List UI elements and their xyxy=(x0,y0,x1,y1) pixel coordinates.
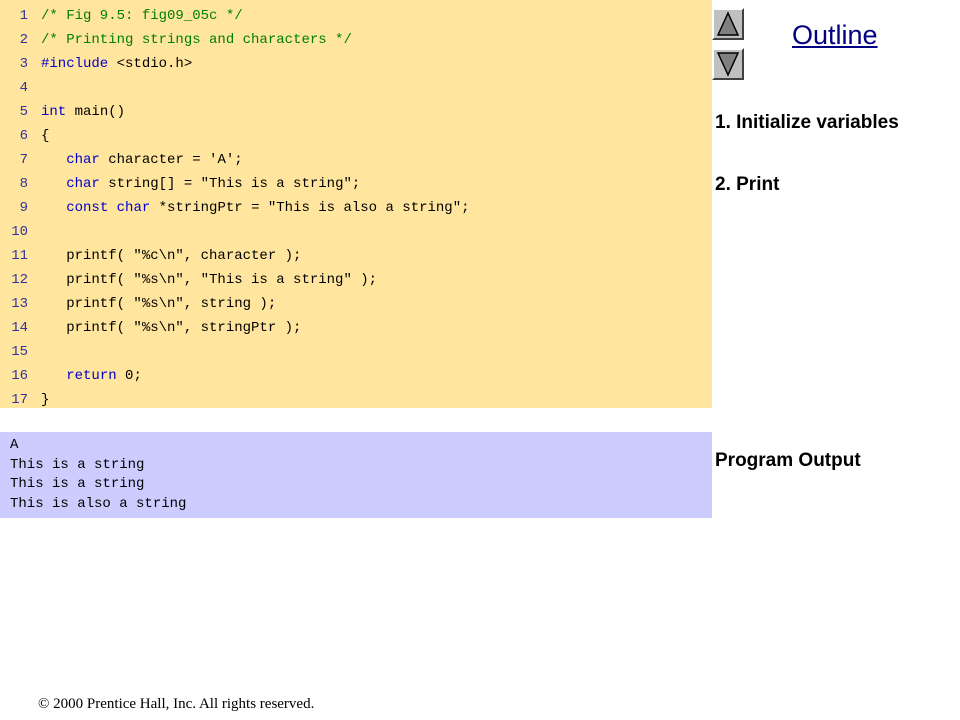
code-line: 1 /* Fig 9.5: fig09_05c */ xyxy=(0,4,712,28)
code-token-keyword: return xyxy=(66,368,117,384)
code-token-plain: { xyxy=(41,128,50,144)
program-output-box: A This is a string This is a string This is… xyxy=(0,432,712,518)
code-line: 2 /* Printing strings and characters */ xyxy=(0,28,712,52)
code-line: 12 printf( "%s\n", "This is a string" ); xyxy=(0,268,712,292)
outline-item-print: 2. Print xyxy=(715,174,780,195)
code-line: 8 char string[] = "This is a string"; xyxy=(0,172,712,196)
line-number: 9 xyxy=(19,200,28,216)
code-line: 9 const char *stringPtr = "This is also … xyxy=(0,196,712,220)
copyright-text: 2000 Prentice Hall, Inc. All rights rese… xyxy=(49,696,315,712)
previous-slide-button[interactable] xyxy=(712,8,744,40)
output-line: This is a string xyxy=(10,476,145,492)
code-line: 14 printf( "%s\n", stringPtr ); xyxy=(0,316,712,340)
code-token-plain: character = 'A'; xyxy=(99,152,243,168)
line-number: 15 xyxy=(11,344,28,360)
code-line: 11 printf( "%c\n", character ); xyxy=(0,244,712,268)
code-token-plain: printf( "%s\n", string ); xyxy=(41,296,277,312)
code-token-keyword: #include xyxy=(41,56,109,72)
line-number: 4 xyxy=(19,80,28,96)
code-token-keyword: char xyxy=(116,200,151,216)
code-listing: 1 /* Fig 9.5: fig09_05c */ 2 /* Printing st… xyxy=(0,0,712,408)
line-number: 11 xyxy=(11,248,28,264)
code-token-plain: printf( "%c\n", character ); xyxy=(41,248,302,264)
line-number: 6 xyxy=(19,128,28,144)
outline-item-initialize-variables: 1. Initialize variables xyxy=(715,112,899,133)
line-number: 3 xyxy=(19,56,28,72)
line-number: 17 xyxy=(11,392,28,408)
triangle-down-icon xyxy=(716,52,740,77)
line-number: 1 xyxy=(19,8,28,24)
code-token-plain: } xyxy=(41,392,50,408)
code-line: 17} xyxy=(0,388,712,412)
code-line: 10 xyxy=(0,220,712,244)
code-token-comment: /* Fig 9.5: fig09_05c */ xyxy=(41,8,243,24)
code-token-keyword: const xyxy=(66,200,109,216)
line-number: 8 xyxy=(19,176,28,192)
output-line: This is a string xyxy=(10,456,145,473)
code-token-plain: printf( "%s\n", "This is a string" ); xyxy=(41,272,378,288)
code-line: 7 char character = 'A'; xyxy=(0,148,712,172)
code-line: 6{ xyxy=(0,124,712,148)
output-line: A xyxy=(10,437,19,453)
copyright-symbol: © xyxy=(38,696,50,712)
code-line: 13 printf( "%s\n", string ); xyxy=(0,292,712,316)
code-line: 15 xyxy=(0,340,712,364)
code-token-plain: 0; xyxy=(116,368,142,384)
slide: 1 /* Fig 9.5: fig09_05c */ 2 /* Printing st… xyxy=(0,0,960,720)
code-line: 16 return 0; xyxy=(0,364,712,388)
copyright-footer: © 2000 Prentice Hall, Inc. All rights re… xyxy=(38,696,314,713)
line-number: 16 xyxy=(11,368,28,384)
line-number: 12 xyxy=(11,272,28,288)
code-token-plain: <stdio.h> xyxy=(108,56,193,72)
code-token-keyword: int xyxy=(41,104,67,120)
output-line: This is also a string xyxy=(10,495,187,512)
code-token-plain: main() xyxy=(66,104,126,120)
line-number: 10 xyxy=(11,224,28,240)
code-line: 4 xyxy=(0,76,712,100)
code-token-comment: /* Printing strings and characters */ xyxy=(41,32,352,48)
code-line: 5 int main() xyxy=(0,100,712,124)
outline-link[interactable]: Outline xyxy=(792,20,878,51)
code-token-plain: *stringPtr = "This is also a string"; xyxy=(150,200,470,216)
code-token-keyword: char xyxy=(66,152,100,168)
code-token-keyword: char xyxy=(66,176,100,192)
next-slide-button[interactable] xyxy=(712,48,744,80)
code-line: 3 #include <stdio.h> xyxy=(0,52,712,76)
triangle-up-icon xyxy=(716,11,740,36)
line-number: 5 xyxy=(19,104,28,120)
line-number: 2 xyxy=(19,32,28,48)
line-number: 13 xyxy=(11,296,28,312)
code-token-plain: string[] = "This is a string"; xyxy=(99,176,361,192)
line-number: 14 xyxy=(11,320,28,336)
line-number: 7 xyxy=(19,152,28,168)
outline-item-program-output: Program Output xyxy=(715,450,861,471)
code-token-plain: printf( "%s\n", stringPtr ); xyxy=(41,320,302,336)
